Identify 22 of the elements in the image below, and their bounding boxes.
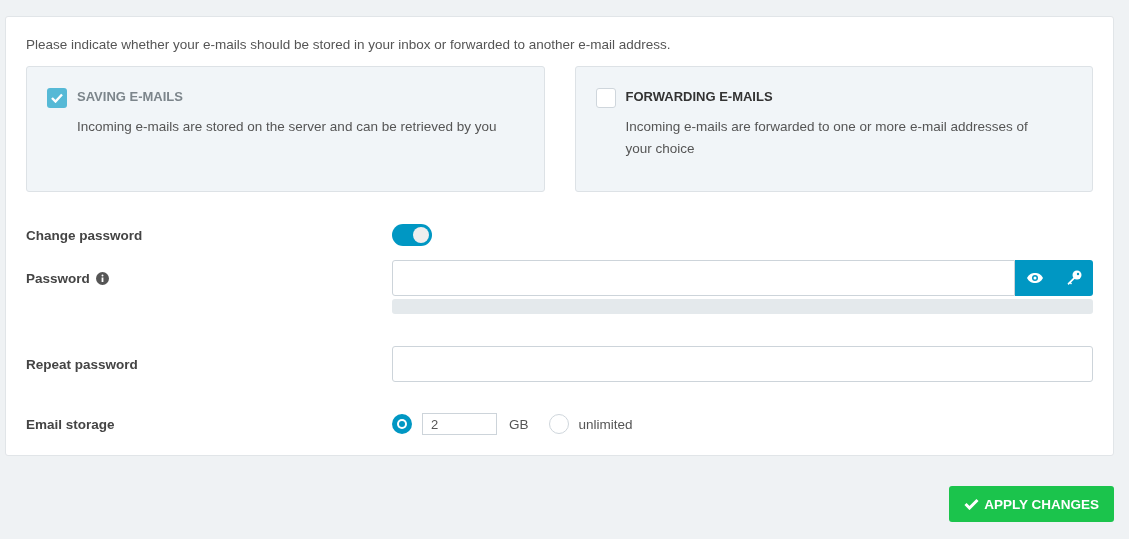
unit-label: GB (509, 416, 529, 432)
quota-field[interactable]: 2 (422, 413, 497, 435)
option-description: Incoming e-mails are stored on the server and can be retrieved by you (77, 118, 498, 136)
check-icon (51, 93, 63, 103)
info-icon[interactable] (95, 271, 109, 285)
radio-button[interactable] (548, 414, 569, 434)
option-title: FORWARDING E-MAILS (625, 89, 774, 104)
option-description: Incoming e-mails are forwarded to one or more e-mail addresses of your choice (625, 118, 1029, 158)
field-label: Repeat password (26, 356, 138, 372)
checkbox[interactable] (47, 88, 67, 108)
password-field[interactable] (392, 260, 1015, 296)
checkbox[interactable] (595, 88, 616, 108)
radio-label: unlimited (578, 416, 633, 432)
repeat-password-field[interactable] (392, 346, 1093, 382)
option-title: SAVING E-MAILS (77, 89, 184, 104)
field-label: Change password (26, 227, 143, 243)
check-icon (964, 498, 980, 510)
radio-button[interactable] (392, 414, 412, 434)
field-label: Email storage (26, 416, 115, 432)
intro-text: Please indicate whether your e-mails should be stored in your inbox or forwarded to another e-mail address. (26, 37, 672, 52)
toggle-switch[interactable] (392, 224, 432, 246)
field-label: Password (26, 270, 90, 286)
